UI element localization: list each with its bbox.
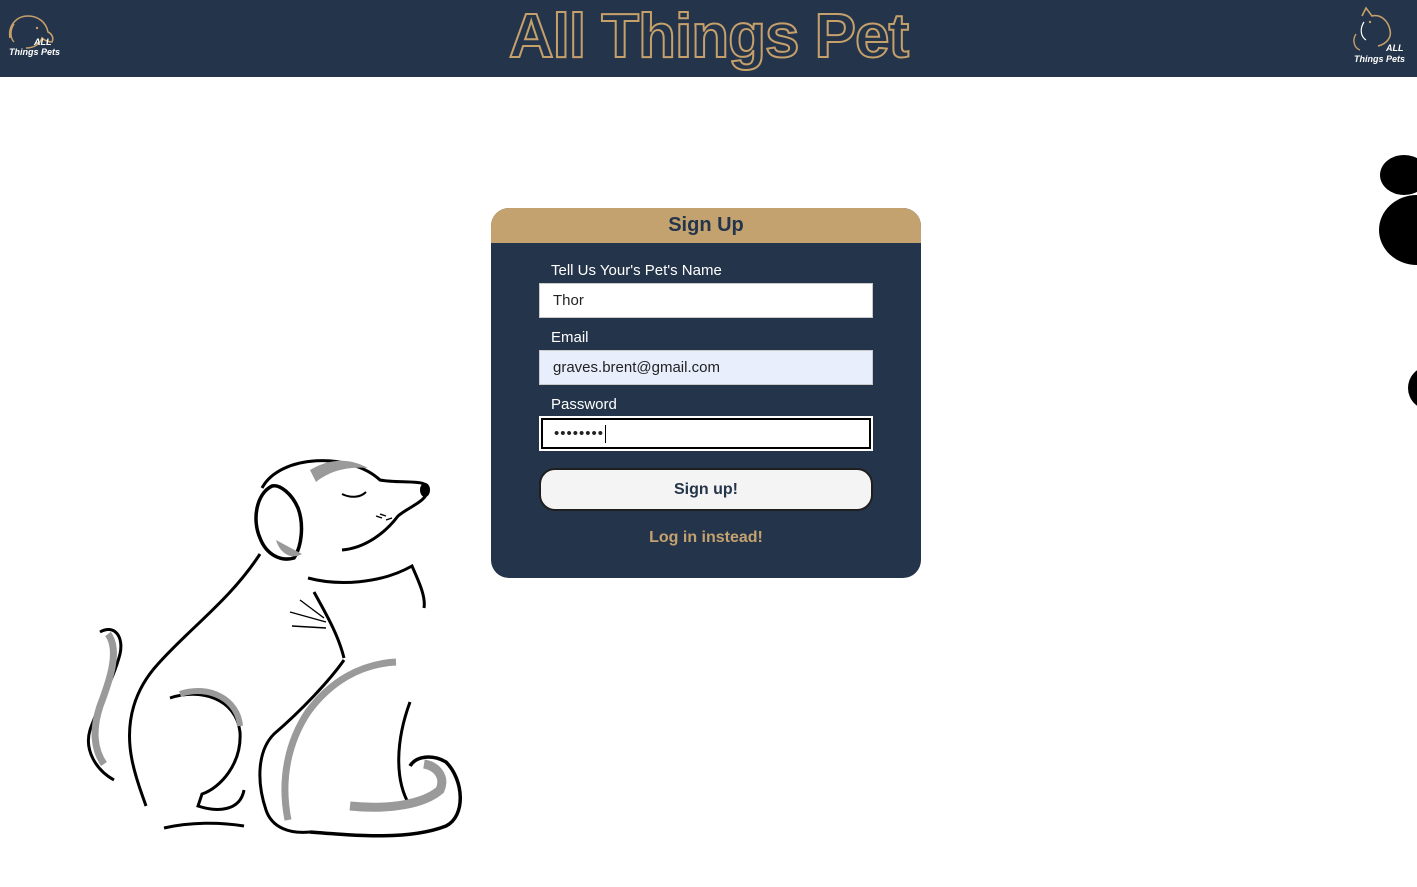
signup-card: Sign Up Tell Us Your's Pet's Name Thor E… <box>491 208 921 578</box>
site-header: ALL Things Pets All Things Pet ALL Thing… <box>0 0 1417 77</box>
logo-right-line1: ALL <box>1386 43 1404 53</box>
pet-name-label: Tell Us Your's Pet's Name <box>551 262 722 279</box>
dog-cat-illustration <box>87 459 462 838</box>
signup-button[interactable]: Sign up! <box>539 468 873 511</box>
email-label: Email <box>551 329 589 346</box>
email-input[interactable]: graves.brent@gmail.com <box>539 350 873 385</box>
password-label: Password <box>551 396 617 413</box>
text-caret <box>605 425 607 444</box>
logo-right-line2: Things Pets <box>1354 54 1406 64</box>
paw-print-icon <box>1379 155 1417 406</box>
login-instead-link[interactable]: Log in instead! <box>491 529 921 547</box>
signup-heading: Sign Up <box>491 208 921 243</box>
cat-logo-icon[interactable]: ALL Things Pets <box>1346 4 1412 68</box>
password-input[interactable]: •••••••• <box>539 416 873 451</box>
pet-name-input[interactable]: Thor <box>539 283 873 318</box>
site-title: All Things Pet <box>508 1 910 72</box>
password-value: •••••••• <box>554 425 605 442</box>
